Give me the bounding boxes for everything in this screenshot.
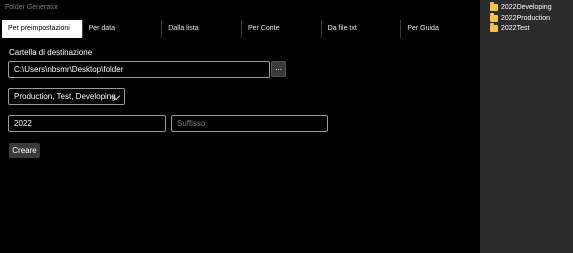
preview-item-label: 2022Production <box>501 15 551 22</box>
folder-icon <box>490 23 498 32</box>
folder-icon <box>490 2 498 11</box>
tab-per-conte[interactable]: Per Conte <box>240 20 321 38</box>
tab-per-guida[interactable]: Per Guida <box>400 20 480 38</box>
folder-preview-panel: 2022Developing 2022Production 2022Test <box>480 0 573 253</box>
preset-dropdown-value: Production, Test, Developing <box>14 92 116 101</box>
folder-icon <box>490 13 498 22</box>
tab-per-preimpostazioni[interactable]: Per preimpostazioni <box>2 20 82 38</box>
destination-folder-label: Cartella di destinazione <box>9 48 93 57</box>
preview-item-label: 2022Test <box>501 25 530 32</box>
suffix-input[interactable]: Suffisso <box>171 115 328 132</box>
preview-item-label: 2022Developing <box>501 4 552 11</box>
browse-button[interactable]: ... <box>271 61 286 77</box>
preview-item: 2022Developing <box>490 2 552 13</box>
tab-da-file-txt[interactable]: Da file txt <box>320 20 401 38</box>
prefix-input[interactable]: 2022 <box>8 115 166 132</box>
tab-per-data[interactable]: Per data <box>81 20 162 38</box>
tab-dalla-lista[interactable]: Dalla lista <box>161 20 241 38</box>
preset-dropdown[interactable]: Production, Test, Developing <box>8 88 125 105</box>
preview-item: 2022Test <box>490 23 529 34</box>
destination-path-input[interactable]: C:\Users\nbsmr\Desktop\folder <box>8 61 270 78</box>
tab-bar: Per preimpostazioni Per data Dalla lista… <box>2 20 480 38</box>
create-button[interactable]: Creare <box>9 143 40 158</box>
window-title: Folder Generator <box>0 0 480 20</box>
